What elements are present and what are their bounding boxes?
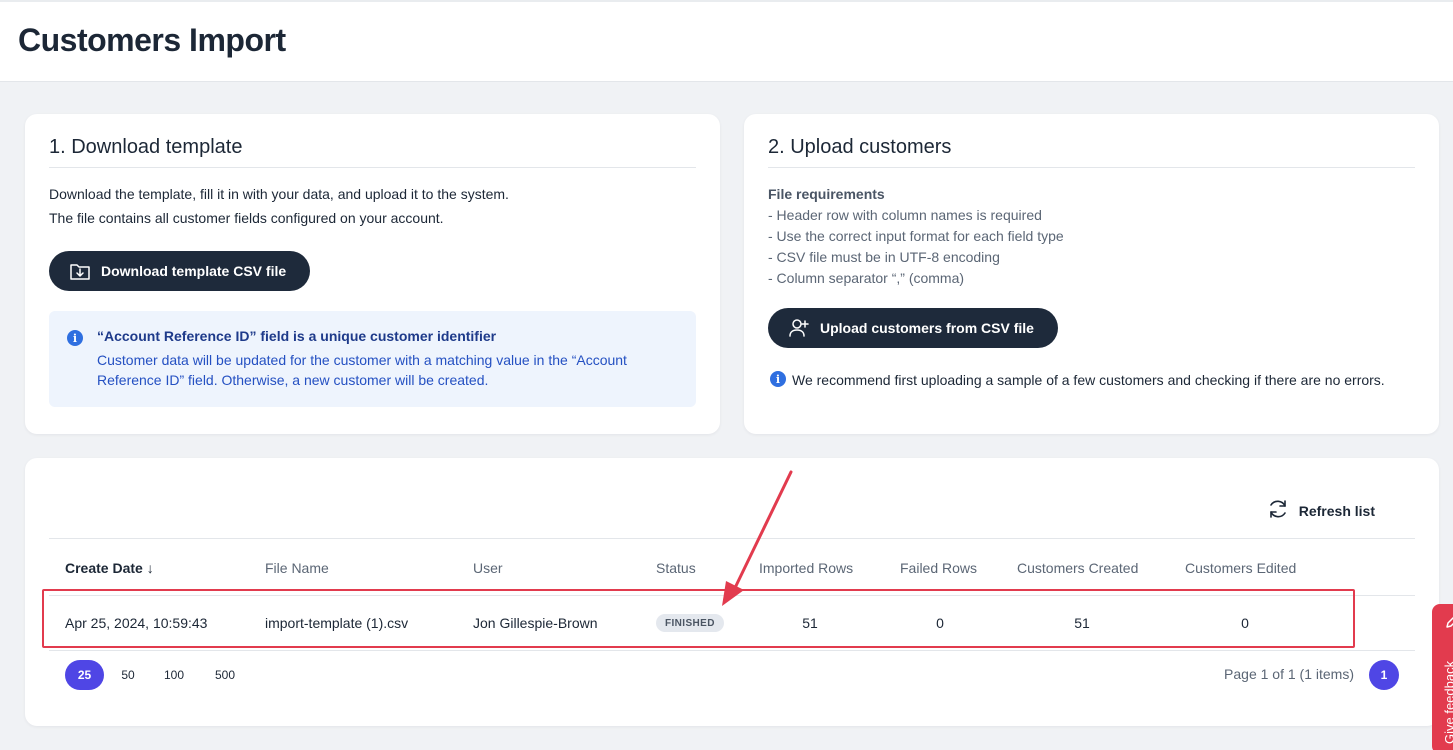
cell-create-date: Apr 25, 2024, 10:59:43 [65,615,208,631]
column-header-customers-created[interactable]: Customers Created [1017,560,1138,576]
page-size-option[interactable]: 25 [65,660,104,690]
cell-customers-edited: 0 [1241,615,1249,631]
column-header-user[interactable]: User [473,560,503,576]
page-size-option[interactable]: 500 [209,660,241,690]
download-template-button-label: Download template CSV file [101,263,287,279]
download-template-card: 1. Download template Download the templa… [25,114,720,434]
download-card-title: 1. Download template [49,136,696,168]
refresh-list-button[interactable]: Refresh list [1267,498,1375,523]
add-user-icon [788,318,810,338]
refresh-list-label: Refresh list [1298,502,1375,519]
download-icon [69,261,91,281]
pagination-page-button[interactable]: 1 [1369,660,1399,690]
upload-customers-button[interactable]: Upload customers from CSV file [768,308,1058,348]
info-icon: i [67,330,83,346]
download-desc-line-1: Download the template, fill it in with y… [49,186,509,202]
info-box-title: “Account Reference ID” field is a unique… [97,328,497,344]
requirement-item: - Header row with column names is requir… [768,207,1042,223]
upload-customers-card: 2. Upload customers File requirements - … [744,114,1439,434]
cell-imported-rows: 51 [802,615,818,631]
refresh-icon [1267,498,1289,523]
upload-customers-button-label: Upload customers from CSV file [820,320,1034,336]
download-template-button[interactable]: Download template CSV file [49,251,311,291]
file-requirements-title: File requirements [768,186,885,202]
upload-recommendation: We recommend first uploading a sample of… [792,372,1385,388]
pencil-icon [1444,614,1453,635]
cell-file-name: import-template (1).csv [265,615,409,631]
column-header-imported-rows[interactable]: Imported Rows [759,560,853,576]
page-size-option[interactable]: 50 [113,660,143,690]
give-feedback-tab[interactable]: Give feedback [1432,604,1453,750]
table-row[interactable]: Apr 25, 2024, 10:59:43 import-template (… [49,595,1415,651]
download-desc-line-2: The file contains all customer fields co… [49,210,444,226]
column-header-failed-rows[interactable]: Failed Rows [900,560,977,576]
account-reference-info-box: i “Account Reference ID” field is a uniq… [49,311,696,407]
column-header-status[interactable]: Status [656,560,696,576]
requirement-item: - Use the correct input format for each … [768,228,1064,244]
give-feedback-label: Give feedback [1442,660,1453,744]
status-badge: FINISHED [656,614,724,632]
column-header-file-name[interactable]: File Name [265,560,329,576]
page-title: Customers Import [18,22,286,58]
requirement-item: - CSV file must be in UTF-8 encoding [768,249,1000,265]
info-box-text: Customer data will be updated for the cu… [97,352,627,388]
info-icon: i [770,371,786,387]
column-header-create-date[interactable]: Create Date ↓ [65,560,154,576]
cell-user: Jon Gillespie-Brown [473,615,598,631]
pagination-info: Page 1 of 1 (1 items) [1224,666,1354,682]
column-header-customers-edited[interactable]: Customers Edited [1185,560,1296,576]
cell-customers-created: 51 [1074,615,1090,631]
page-size-option[interactable]: 100 [159,660,189,690]
imports-history-card: Refresh list Create Date ↓ File Name Use… [25,458,1439,726]
table-header: Create Date ↓ File Name User Status Impo… [49,538,1415,595]
requirement-item: - Column separator “,” (comma) [768,270,965,286]
page-header: Customers Import [0,0,1453,82]
cell-failed-rows: 0 [936,615,944,631]
upload-card-title: 2. Upload customers [768,136,1415,168]
